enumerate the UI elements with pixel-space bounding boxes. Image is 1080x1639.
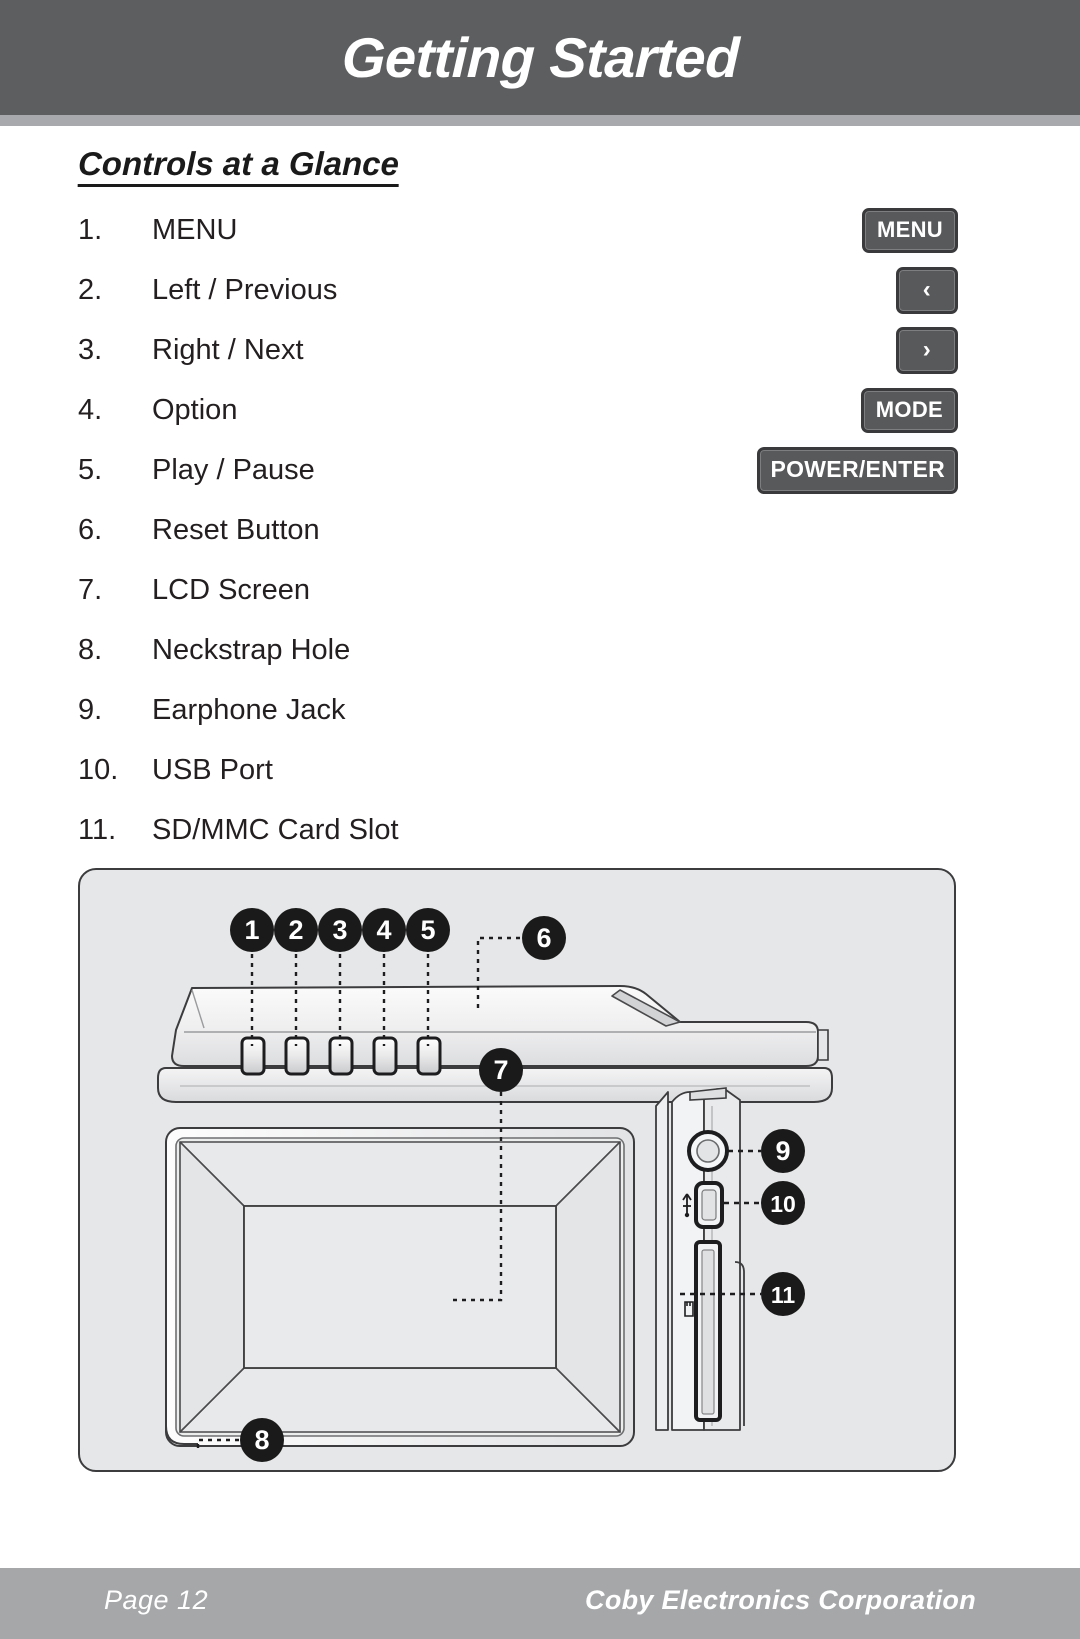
lcd-screen-area xyxy=(243,1205,557,1369)
callout-badge-3: 3 xyxy=(318,908,362,952)
control-label: USB Port xyxy=(152,753,273,786)
device-side-view xyxy=(655,1087,761,1431)
control-row: 1. MENU MENU xyxy=(78,200,958,260)
page-title: Getting Started xyxy=(340,26,740,89)
callout-badge-11: 11 xyxy=(761,1272,805,1316)
callout-badge-7: 7 xyxy=(479,1048,523,1092)
control-number: 2. xyxy=(78,273,103,306)
control-label: SD/MMC Card Slot xyxy=(152,813,399,846)
section-heading: Controls at a Glance xyxy=(77,145,399,188)
earphone-jack xyxy=(687,1130,729,1172)
control-row: 11. SD/MMC Card Slot xyxy=(78,800,958,860)
device-key-3[interactable]: › xyxy=(895,326,958,374)
control-key-cell: MODE xyxy=(538,380,958,440)
control-row: 4. Option MODE xyxy=(78,380,958,440)
control-row: 3. Right / Next › xyxy=(78,320,958,380)
control-label: Reset Button xyxy=(152,513,320,546)
control-row: 10. USB Port xyxy=(78,740,958,800)
device-key-5[interactable]: POWER/ENTER xyxy=(757,446,958,494)
callout-number: 5 xyxy=(420,915,435,945)
callout-number: 11 xyxy=(771,1282,796,1308)
callout-number: 4 xyxy=(376,915,391,945)
callout-number: 8 xyxy=(254,1425,269,1455)
callout-number: 2 xyxy=(288,915,303,945)
control-number: 4. xyxy=(78,393,103,426)
control-number: 8. xyxy=(78,633,103,666)
control-number: 5. xyxy=(78,453,103,486)
control-key-cell: MENU xyxy=(538,200,958,260)
callout-badge-8: 8 xyxy=(240,1418,284,1462)
control-row: 5. Play / Pause POWER/ENTER xyxy=(78,440,958,500)
header-divider xyxy=(0,115,1080,126)
callout-badge-5: 5 xyxy=(406,908,450,952)
control-label: LCD Screen xyxy=(152,573,310,606)
page-header: Getting Started xyxy=(0,0,1080,115)
control-number: 11. xyxy=(78,813,117,846)
device-front-view xyxy=(165,1092,635,1448)
control-number: 9. xyxy=(78,693,103,726)
callout-number: 10 xyxy=(770,1191,796,1217)
page-footer: Page 12 Coby Electronics Corporation xyxy=(0,1568,1080,1639)
callout-badge-2: 2 xyxy=(274,908,318,952)
device-key-2[interactable]: ‹ xyxy=(895,266,958,314)
control-row: 9. Earphone Jack xyxy=(78,680,958,740)
callout-badge-10: 10 xyxy=(761,1181,805,1225)
control-row: 6. Reset Button xyxy=(78,500,958,560)
callout-number: 6 xyxy=(536,923,551,953)
device-key-4[interactable]: MODE xyxy=(860,387,958,433)
page-number: Page 12 xyxy=(104,1585,209,1615)
callout-badge-1: 1 xyxy=(230,908,274,952)
control-number: 7. xyxy=(78,573,103,606)
control-label: Earphone Jack xyxy=(152,693,346,726)
control-key-cell: ‹ xyxy=(538,260,958,320)
device-diagram-panel: 1 2 3 4 5 6 7 8 9 10 11 xyxy=(78,868,956,1472)
control-row: 7. LCD Screen xyxy=(78,560,958,620)
control-key-cell: POWER/ENTER xyxy=(538,440,958,500)
control-number: 10. xyxy=(78,753,119,786)
callout-number: 7 xyxy=(493,1055,508,1085)
control-row: 2. Left / Previous ‹ xyxy=(78,260,958,320)
control-number: 3. xyxy=(78,333,103,366)
callout-badge-4: 4 xyxy=(362,908,406,952)
control-number: 6. xyxy=(78,513,103,546)
callout-badge-6: 6 xyxy=(522,916,566,960)
control-key-cell: › xyxy=(538,320,958,380)
callout-number: 1 xyxy=(244,915,259,945)
controls-list: 1. MENU MENU 2. Left / Previous ‹ 3. Right / Ne… xyxy=(78,200,958,860)
callout-number: 3 xyxy=(332,915,347,945)
control-label: Neckstrap Hole xyxy=(152,633,351,666)
callout-badge-9: 9 xyxy=(761,1129,805,1173)
device-key-1[interactable]: MENU xyxy=(862,207,958,253)
company-name: Coby Electronics Corporation xyxy=(585,1585,976,1615)
callout-number: 9 xyxy=(775,1136,790,1166)
control-number: 1. xyxy=(78,213,103,246)
device-diagram: 1 2 3 4 5 6 7 8 9 10 11 xyxy=(157,908,833,1462)
control-row: 8. Neckstrap Hole xyxy=(78,620,958,680)
